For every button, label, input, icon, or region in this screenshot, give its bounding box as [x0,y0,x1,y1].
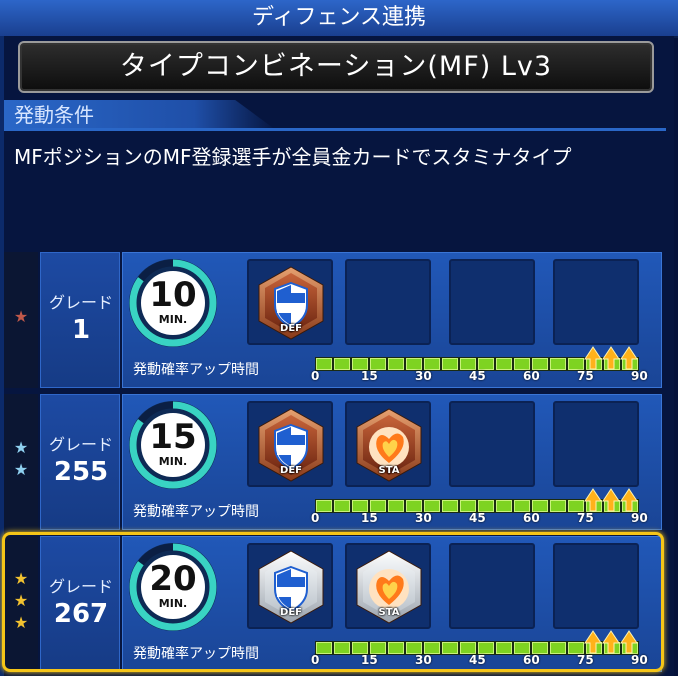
gauge-tick-label: 90 [631,511,648,525]
gauge-tick-label: 45 [469,369,486,383]
grade-row: ★ ★ グレード 255 15 MIN. DEF STA 発動確率アップ時間 0 15 30 45 60 7… [4,394,662,530]
stars-column: ★ [4,252,38,388]
card-slot [449,401,535,487]
probability-up-label: 発動確率アップ時間 [133,362,259,378]
gauge-tick-label: 15 [361,369,378,383]
card-slot: DEF [247,259,333,345]
grade-column: グレード 1 [40,252,120,388]
effect-column: 15 MIN. DEF STA 発動確率アップ時間 0 15 30 45 60 75 90 [122,394,662,530]
card-slot [345,259,431,345]
def-badge-icon: DEF [255,407,327,483]
timer-face: 10 MIN. [141,271,205,335]
gauge-tick-label: 45 [469,511,486,525]
timer-minutes: 10 [149,275,197,315]
timer-dial: 10 MIN. [129,259,217,347]
card-slot [449,259,535,345]
gauge-tick-label: 90 [631,369,648,383]
boost-arrows-icon [583,345,643,371]
star-icon: ★ [13,460,29,479]
def-badge-icon: DEF [255,265,327,341]
condition-divider [4,128,666,131]
skill-name-box: タイプコンビネーション(MF) Lv3 [18,41,654,93]
gauge-tick-label: 60 [523,511,540,525]
gauge-segment [550,500,566,512]
grade-label: グレード [48,435,113,454]
gauge-segment [334,358,350,370]
condition-label: 発動条件 [14,103,94,127]
title-bar: ディフェンス連携 [0,0,678,38]
gauge-tick-label: 30 [415,369,432,383]
gauge-segment [388,500,404,512]
badge-label: DEF [280,465,302,476]
card-slot [553,259,639,345]
timer-face: 15 MIN. [141,413,205,477]
grade-value: 255 [53,457,109,487]
page-title: ディフェンス連携 [251,5,427,30]
card-slot: DEF [247,401,333,487]
effect-column: 10 MIN. DEF 発動確率アップ時間 0 15 30 45 60 75 90 [122,252,662,388]
gauge-segment [388,358,404,370]
skill-name: タイプコンビネーション(MF) Lv3 [119,51,553,82]
grade-label: グレード [48,293,113,312]
probability-gauge: 0 15 30 45 60 75 90 [311,488,653,525]
gauge-tick-label: 30 [415,511,432,525]
gauge-segment [496,358,512,370]
timer-unit: MIN. [158,313,188,326]
card-slot: STA [345,401,431,487]
gauge-tick-label: 75 [577,511,594,525]
condition-text: MFポジションのMF登録選手が全員金カードでスタミナタイプ [14,145,572,169]
timer-minutes: 15 [149,417,197,457]
gauge-segment [496,500,512,512]
gauge-tick-label: 15 [361,511,378,525]
gauge-segment [442,500,458,512]
grade-value: 1 [71,315,91,345]
gauge-segment [334,500,350,512]
gauge-tick-label: 75 [577,369,594,383]
gauge-tick-label: 0 [311,369,320,383]
star-icon: ★ [13,438,29,457]
timer-unit: MIN. [158,455,188,468]
badge-label: DEF [280,323,302,334]
sta-badge-icon: STA [353,407,425,483]
grade-row: ★ グレード 1 10 MIN. DEF 発動確率アップ時間 0 15 30 45 60 75 90 [4,252,662,388]
timer-dial: 15 MIN. [129,401,217,489]
gauge-segment [550,358,566,370]
card-slot [553,401,639,487]
condition-header: 発動条件 [4,100,276,130]
grade-column: グレード 255 [40,394,120,530]
badge-label: STA [378,465,400,476]
probability-gauge: 0 15 30 45 60 75 90 [311,346,653,383]
selected-row-highlight [2,532,664,672]
gauge-segment [442,358,458,370]
probability-up-label: 発動確率アップ時間 [133,504,259,520]
gauge-tick-label: 0 [311,511,320,525]
gauge-tick-label: 60 [523,369,540,383]
star-icon: ★ [13,307,29,326]
stars-column: ★ ★ [4,394,38,530]
boost-arrows-icon [583,487,643,513]
